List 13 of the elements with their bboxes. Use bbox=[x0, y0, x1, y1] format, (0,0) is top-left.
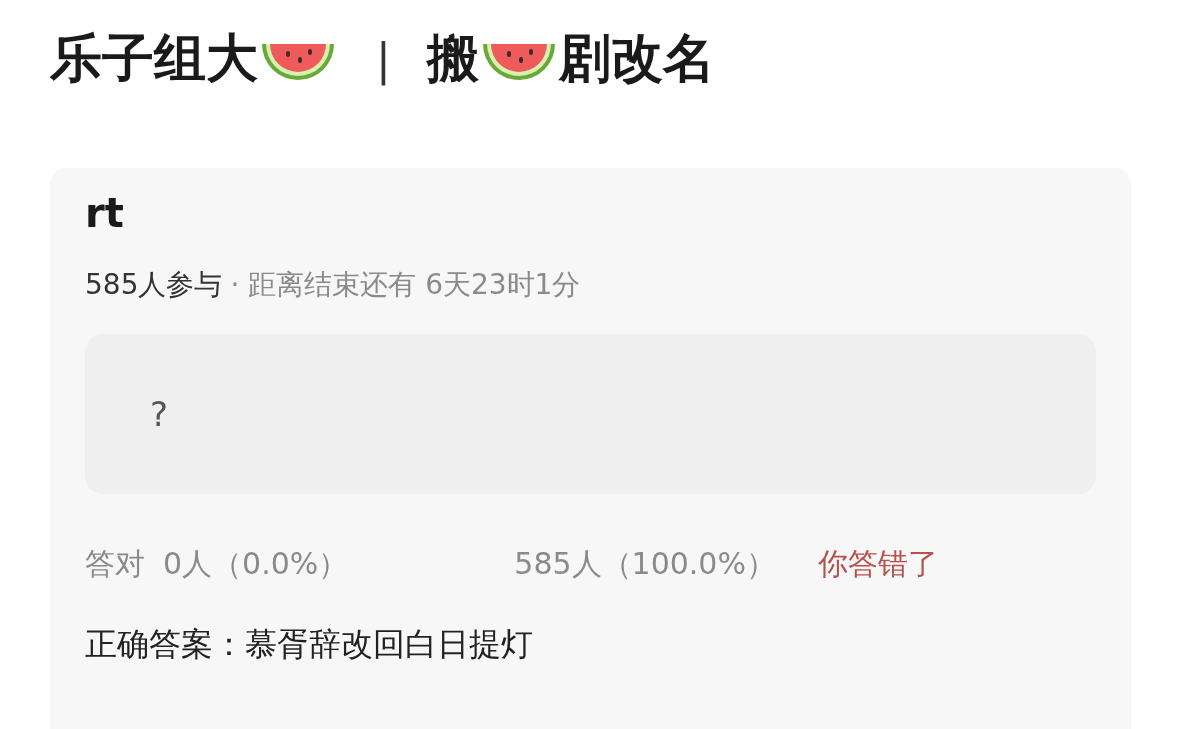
countdown: · 距离结束还有 6天23时1分 bbox=[230, 267, 581, 303]
poll-title: rt bbox=[85, 190, 125, 236]
correct-answer: 正确答案：慕胥辞改回白日提灯 bbox=[85, 624, 534, 665]
title-separator: | bbox=[376, 33, 391, 85]
participant-count: 585人参与 bbox=[85, 267, 223, 303]
correct-count: 0人（0.0%） bbox=[163, 545, 349, 583]
wrong-count: 585人（100.0%） bbox=[514, 545, 776, 583]
correct-label: 答对 bbox=[85, 545, 145, 583]
post-title: 乐子组大 bbox=[50, 27, 258, 90]
poll-option[interactable]: ? bbox=[85, 334, 1096, 494]
result-verdict: 你答错了 bbox=[817, 545, 938, 583]
post-title: 搬 bbox=[426, 27, 479, 90]
post-title: 剧改名 bbox=[558, 27, 715, 90]
